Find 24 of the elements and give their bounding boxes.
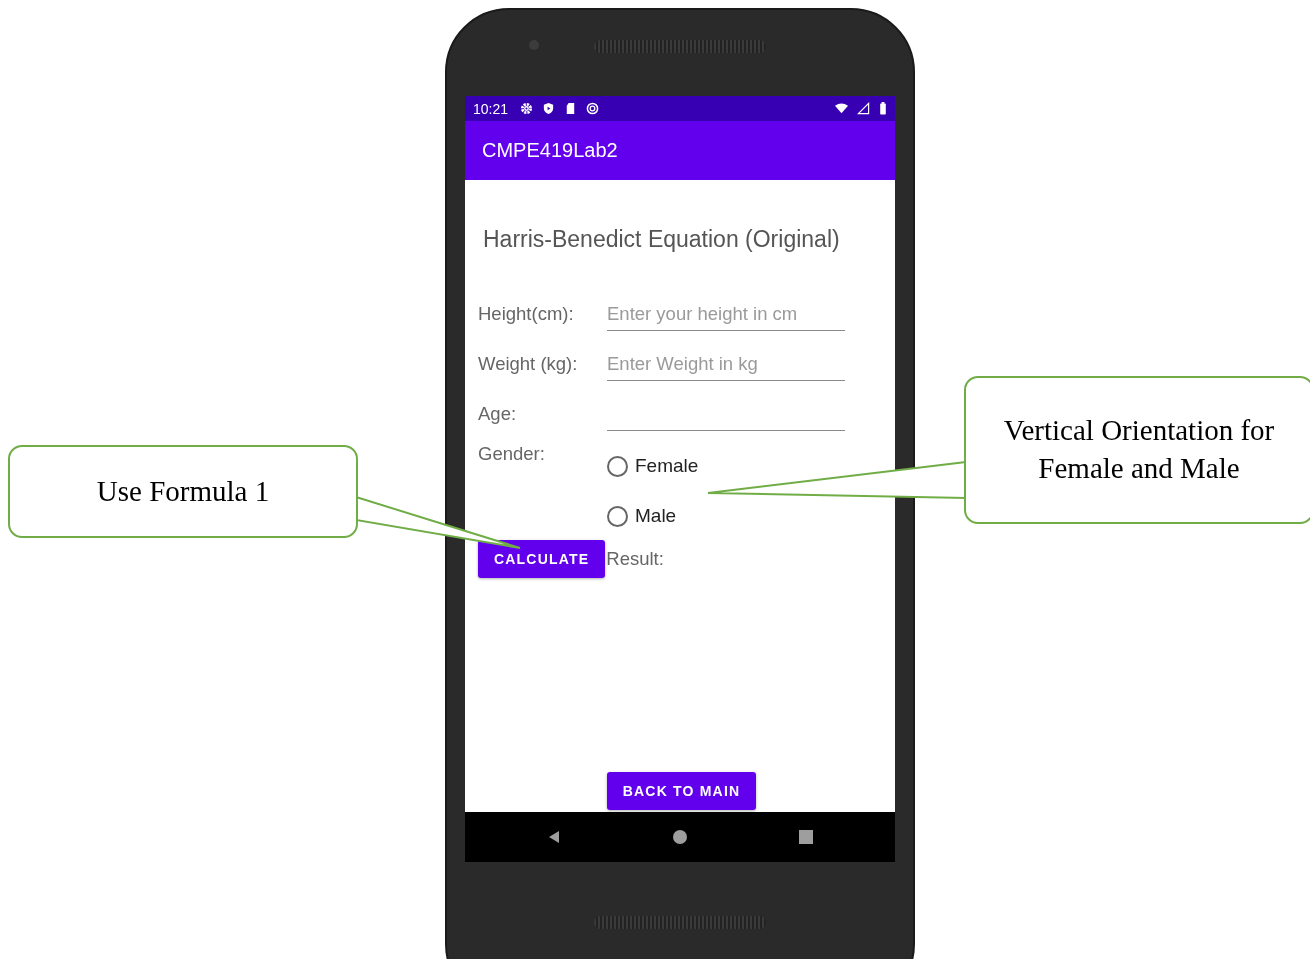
field-label: Age:: [478, 403, 518, 426]
screen-heading: Harris-Benedict Equation (Original): [482, 226, 841, 253]
back-button[interactable]: BACK TO MAIN: [606, 772, 757, 810]
status-time: 10:21: [473, 100, 509, 117]
input-field[interactable]: Enter your height in cm: [607, 303, 845, 331]
input-field[interactable]: Enter Weight in kg: [607, 353, 845, 381]
field-label: Weight (kg):: [478, 353, 579, 376]
radio-option[interactable]: Male: [607, 494, 699, 538]
gear-icon: [520, 102, 534, 115]
shield-icon: [542, 102, 556, 115]
callout-text: Vertical Orientation for Female and Male: [1002, 413, 1276, 486]
app-title: CMPE419Lab2: [482, 139, 618, 162]
field-label: Height(cm):: [478, 303, 575, 326]
calculate-button[interactable]: CALCULATE: [478, 540, 606, 578]
result-label: Result:: [606, 548, 664, 570]
overview-icon[interactable]: [798, 829, 814, 845]
battery-icon: [879, 102, 887, 115]
home-icon[interactable]: [672, 829, 688, 845]
circle-icon: [586, 102, 600, 115]
field-label: Gender:: [478, 443, 546, 466]
radio-option[interactable]: Female: [607, 444, 699, 488]
wifi-icon: [835, 102, 848, 115]
callout-text: Use Formula 1: [96, 473, 270, 509]
signal-icon: [857, 102, 870, 115]
